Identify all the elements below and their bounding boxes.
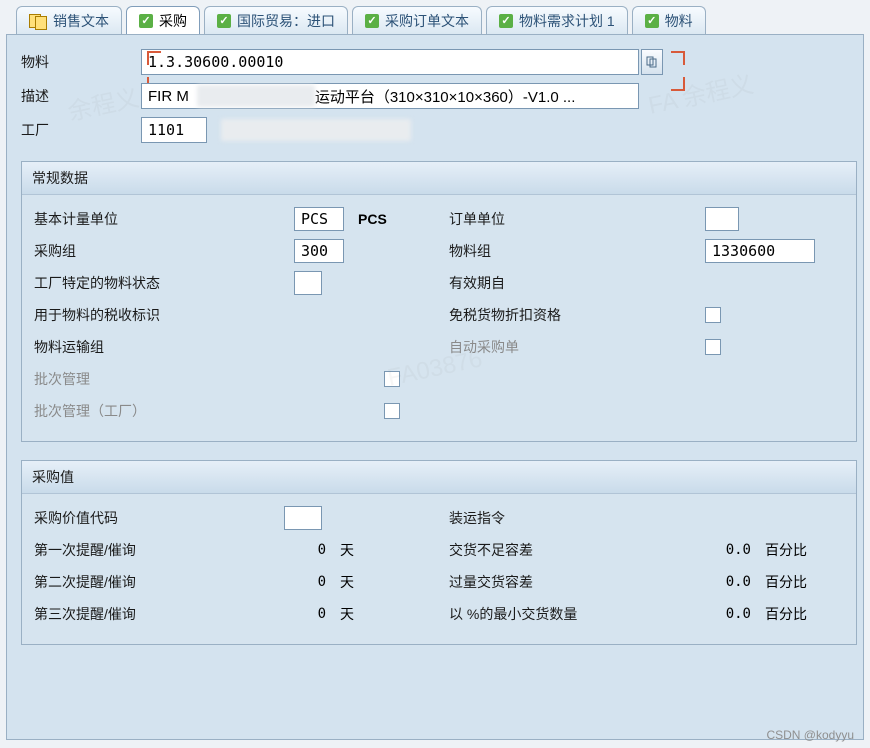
base-uom-text: PCS: [358, 211, 387, 227]
panel-title: 采购值: [22, 461, 856, 494]
value-help-icon: [646, 56, 658, 68]
tab-intl-trade-import[interactable]: 国际贸易：进口: [204, 6, 348, 34]
order-unit-input[interactable]: [705, 207, 739, 231]
credit-text: CSDN @kodyyu: [766, 728, 854, 742]
tab-material[interactable]: 物料: [632, 6, 706, 34]
tab-sales-text[interactable]: 销售文本: [16, 6, 122, 34]
description-label: 描述: [21, 86, 141, 106]
tax-ind-label: 用于物料的税收标识: [34, 305, 214, 325]
reminder1-label: 第一次提醒/催询: [34, 540, 214, 560]
panel1-right-col: 订单单位 物料组 有效期自 免税货物折扣资格: [449, 203, 844, 427]
plant-label: 工厂: [21, 120, 141, 140]
purch-group-input[interactable]: [294, 239, 344, 263]
overdelivery-label: 过量交货容差: [449, 572, 639, 592]
underdelivery-label: 交货不足容差: [449, 540, 639, 560]
page-content: 物料 描述 FIR M 运动平台（310×310×10×360）-V1.0 ..…: [6, 34, 864, 740]
tab-label: 采购订单文本: [385, 11, 469, 31]
reminder1-unit: 天: [340, 540, 354, 560]
tab-label: 物料: [665, 11, 693, 31]
overdelivery-unit: 百分比: [765, 572, 807, 592]
min-delivery-pct-value: 0.0: [699, 606, 751, 622]
desc-text-pre: FIR M: [148, 88, 189, 105]
material-label: 物料: [21, 52, 141, 72]
batch-mgmt-plant-label: 批次管理（工厂）: [34, 401, 214, 421]
reminder3-value: 0: [284, 606, 326, 622]
reminder2-unit: 天: [340, 572, 354, 592]
reminder3-label: 第三次提醒/催询: [34, 604, 214, 624]
check-icon: [139, 14, 153, 28]
panel1-left-col: 基本计量单位 PCS 采购组 工厂特定的物料状态 用于物料的税收标识: [34, 203, 429, 427]
plant-input[interactable]: [141, 117, 207, 143]
price-code-input[interactable]: [284, 506, 322, 530]
material-group-input[interactable]: [705, 239, 815, 263]
panel2-left-col: 采购价值代码 第一次提醒/催询 0 天 第二次提醒/催询 0 天: [34, 502, 429, 630]
tab-label: 国际贸易：进口: [237, 11, 335, 31]
check-icon: [217, 14, 231, 28]
tab-po-text[interactable]: 采购订单文本: [352, 6, 482, 34]
reminder2-label: 第二次提醒/催询: [34, 572, 214, 592]
doc-pair-icon: [29, 14, 47, 28]
desc-text-post: 运动平台（310×310×10×360）-V1.0 ...: [315, 86, 576, 107]
min-delivery-pct-unit: 百分比: [765, 604, 807, 624]
value-help-button[interactable]: [641, 49, 663, 75]
min-delivery-pct-label: 以 %的最小交货数量: [449, 604, 639, 624]
batch-mgmt-plant-checkbox[interactable]: [384, 403, 400, 419]
tab-strip: 销售文本 采购 国际贸易：进口 采购订单文本 物料需求计划 1 物料: [0, 0, 870, 34]
tab-mrp-1[interactable]: 物料需求计划 1: [486, 6, 628, 34]
batch-mgmt-checkbox[interactable]: [384, 371, 400, 387]
batch-mgmt-label: 批次管理: [34, 369, 214, 389]
reminder3-unit: 天: [340, 604, 354, 624]
order-unit-label: 订单单位: [449, 209, 639, 229]
underdelivery-value: 0.0: [699, 542, 751, 558]
base-uom-label: 基本计量单位: [34, 209, 214, 229]
overdelivery-value: 0.0: [699, 574, 751, 590]
reminder2-value: 0: [284, 574, 326, 590]
ship-instr-label: 装运指令: [449, 508, 639, 528]
redacted-blur: [221, 119, 411, 141]
panel-purchasing-values: 采购值 采购价值代码 第一次提醒/催询 0 天 第二次提醒/催询 0: [21, 460, 857, 645]
tax-free-checkbox[interactable]: [705, 307, 721, 323]
tab-label: 销售文本: [53, 11, 109, 31]
reminder1-value: 0: [284, 542, 326, 558]
purch-group-label: 采购组: [34, 241, 214, 261]
underdelivery-unit: 百分比: [765, 540, 807, 560]
material-input[interactable]: [141, 49, 639, 75]
redacted-blur: [197, 85, 315, 107]
tab-label: 采购: [159, 11, 187, 31]
freight-group-label: 物料运输组: [34, 337, 214, 357]
panel2-right-col: 装运指令 交货不足容差 0.0 百分比 过量交货容差 0.0 百分比 以 %的最…: [449, 502, 844, 630]
tab-label: 物料需求计划 1: [519, 11, 615, 31]
valid-from-label: 有效期自: [449, 273, 639, 293]
auto-po-label: 自动采购单: [449, 337, 639, 357]
plant-status-label: 工厂特定的物料状态: [34, 273, 214, 293]
panel-general-data: 常规数据 基本计量单位 PCS 采购组 工厂特定的物料状态: [21, 161, 857, 442]
header-grid: 物料 描述 FIR M 运动平台（310×310×10×360）-V1.0 ..…: [21, 49, 857, 143]
base-uom-input[interactable]: [294, 207, 344, 231]
tax-free-label: 免税货物折扣资格: [449, 305, 639, 325]
price-code-label: 采购价值代码: [34, 508, 214, 528]
tab-procurement[interactable]: 采购: [126, 6, 200, 34]
check-icon: [645, 14, 659, 28]
plant-status-input[interactable]: [294, 271, 322, 295]
check-icon: [365, 14, 379, 28]
material-group-label: 物料组: [449, 241, 639, 261]
auto-po-checkbox[interactable]: [705, 339, 721, 355]
check-icon: [499, 14, 513, 28]
panel-title: 常规数据: [22, 162, 856, 195]
